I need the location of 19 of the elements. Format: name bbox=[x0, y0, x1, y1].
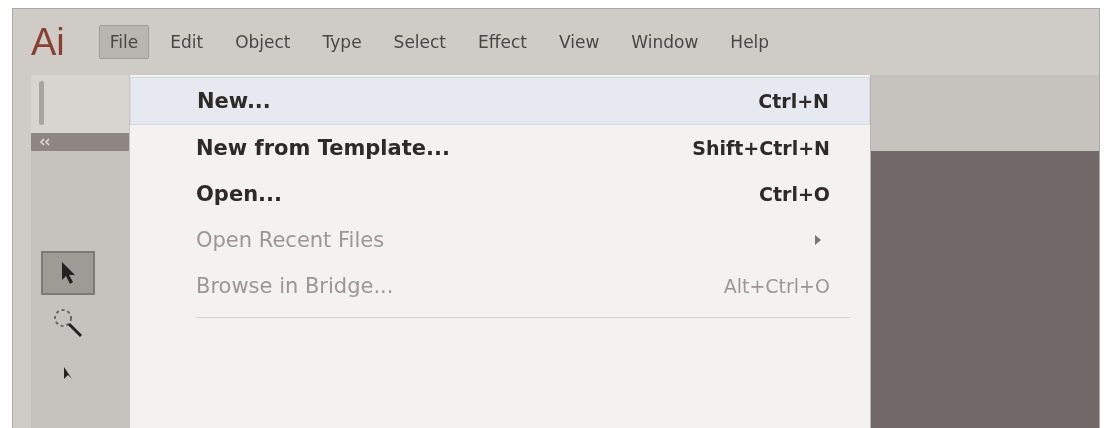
menu-item[interactable]: Window bbox=[620, 25, 710, 59]
lasso-wand-icon bbox=[53, 308, 83, 338]
menu-entry[interactable]: New from Template... Shift+Ctrl+N bbox=[130, 125, 870, 171]
menu-item[interactable]: Edit bbox=[159, 25, 215, 59]
menu-item[interactable]: Object bbox=[224, 25, 302, 59]
collapse-icon[interactable] bbox=[39, 138, 51, 146]
menu-item[interactable]: Type bbox=[311, 25, 373, 59]
arrow-pointer-icon bbox=[64, 367, 72, 379]
menu-item[interactable]: View bbox=[548, 25, 611, 59]
menu-item[interactable]: Effect bbox=[467, 25, 538, 59]
tool-button[interactable] bbox=[41, 251, 95, 295]
menu-item[interactable]: Help bbox=[719, 25, 781, 59]
menu-entry[interactable]: New... Ctrl+N bbox=[130, 77, 870, 125]
menu-entry[interactable]: Open... Ctrl+O bbox=[130, 171, 870, 217]
panel-grip-icon[interactable] bbox=[39, 81, 44, 125]
arrow-pointer-icon bbox=[61, 262, 75, 284]
menu-item[interactable]: Select bbox=[382, 25, 458, 59]
menu-item[interactable]: File bbox=[98, 25, 150, 59]
app-logo: Ai bbox=[31, 20, 65, 64]
